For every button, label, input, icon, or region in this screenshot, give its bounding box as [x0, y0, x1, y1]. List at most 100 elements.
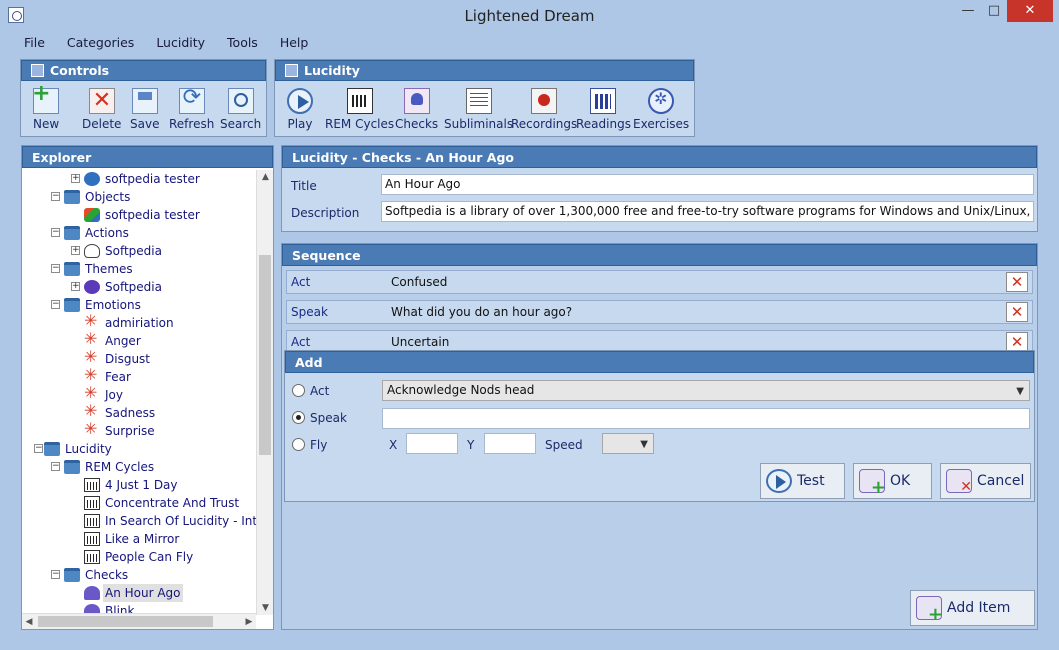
tree-item[interactable]: Anger [22, 330, 256, 350]
tree-item[interactable]: Like a Mirror [22, 530, 256, 548]
menu-file[interactable]: File [10, 33, 53, 53]
new-button[interactable]: New [32, 81, 59, 131]
play-button[interactable]: Play [287, 88, 313, 131]
collapse-icon[interactable]: − [51, 570, 60, 579]
delete-row-icon[interactable]: ✕ [1006, 302, 1028, 322]
menu-tools[interactable]: Tools [213, 33, 266, 53]
title-field[interactable]: An Hour Ago [381, 174, 1034, 195]
scroll-thumb-horizontal[interactable] [38, 616, 213, 627]
cancel-button[interactable]: Cancel [940, 463, 1031, 499]
tree-item[interactable]: − Checks [22, 566, 256, 584]
speak-radio[interactable] [292, 411, 305, 424]
tree-item[interactable]: − Objects [22, 188, 256, 206]
lucidity-icon [285, 64, 298, 77]
controls-header: Controls [21, 60, 266, 81]
refresh-button[interactable]: Refresh [169, 85, 214, 131]
explorer-horizontal-scrollbar[interactable]: ◀ ▶ [22, 613, 256, 629]
sequence-row[interactable]: Speak What did you do an hour ago? ✕ [286, 300, 1033, 324]
act-radio[interactable] [292, 384, 305, 397]
tree-item[interactable]: Concentrate And Trust [22, 494, 256, 512]
tree-item[interactable]: 4 Just 1 Day [22, 476, 256, 494]
action-icon [84, 244, 100, 258]
tree-item[interactable]: − Themes [22, 260, 256, 278]
explorer-vertical-scrollbar[interactable]: ▲ ▼ [256, 170, 273, 615]
tree-item[interactable]: People Can Fly [22, 548, 256, 566]
menu-lucidity[interactable]: Lucidity [142, 33, 213, 53]
add-header: Add [285, 351, 1034, 373]
tree-item[interactable]: Fear [22, 366, 256, 386]
lucidity-title: Lucidity [304, 63, 360, 78]
delete-button[interactable]: Delete [82, 88, 121, 131]
speak-input[interactable] [382, 408, 1030, 429]
description-field[interactable]: Softpedia is a library of over 1,300,000… [381, 201, 1034, 222]
tree-item[interactable]: − Actions [22, 224, 256, 242]
act-select[interactable]: Acknowledge Nods head ▼ [382, 380, 1030, 401]
tree-item[interactable]: − Emotions [22, 296, 256, 314]
tree-item-label: admiriation [105, 316, 174, 330]
tree-item[interactable]: admiriation [22, 312, 256, 332]
recordings-icon [531, 88, 558, 114]
readings-icon [590, 88, 617, 114]
tree-item[interactable]: + softpedia tester [22, 170, 256, 188]
readings-button[interactable]: Readings [576, 88, 631, 131]
collapse-icon[interactable]: − [51, 264, 60, 273]
checks-button[interactable]: Checks [395, 88, 438, 131]
scroll-right-arrow-icon[interactable]: ▶ [242, 614, 256, 630]
tree-item[interactable]: An Hour Ago [22, 584, 256, 602]
save-button[interactable]: Save [130, 88, 159, 131]
cancel-label: Cancel [977, 473, 1025, 489]
expand-icon[interactable]: + [71, 246, 80, 255]
exercises-button[interactable]: Exercises [633, 88, 689, 131]
maximize-button[interactable]: □ [981, 0, 1007, 22]
tree-item-label: Themes [85, 262, 133, 276]
tree-item[interactable]: Surprise [22, 420, 256, 440]
fly-radio[interactable] [292, 438, 305, 451]
menu-help[interactable]: Help [266, 33, 317, 53]
tree-item[interactable]: − Lucidity [22, 440, 256, 458]
search-button[interactable]: Search [220, 88, 261, 131]
collapse-icon[interactable]: − [51, 192, 60, 201]
ok-button[interactable]: OK [853, 463, 932, 499]
minimize-button[interactable]: — [955, 0, 981, 22]
explorer-header: Explorer [22, 146, 273, 168]
tree-item[interactable]: softpedia tester [22, 206, 256, 224]
scroll-thumb[interactable] [259, 255, 271, 455]
play-icon [766, 469, 792, 493]
scroll-down-arrow-icon[interactable]: ▼ [257, 601, 274, 615]
explorer-tree[interactable]: + softpedia tester − Objects softpedia teste… [22, 170, 256, 615]
expand-icon[interactable]: + [71, 282, 80, 291]
lucidity-header: Lucidity [275, 60, 694, 81]
delete-row-icon[interactable]: ✕ [1006, 272, 1028, 292]
tree-item[interactable]: Disgust [22, 348, 256, 368]
tree-item-label: An Hour Ago [103, 584, 183, 602]
collapse-icon[interactable]: − [51, 462, 60, 471]
collapse-icon[interactable]: − [34, 444, 43, 453]
y-input[interactable] [484, 433, 536, 454]
tree-item[interactable]: + Softpedia [22, 278, 256, 296]
close-button[interactable]: ✕ [1007, 0, 1053, 22]
recordings-button[interactable]: Recordings [511, 88, 577, 131]
tree-item[interactable]: − REM Cycles [22, 458, 256, 476]
speed-select[interactable]: ▼ [602, 433, 654, 454]
scroll-up-arrow-icon[interactable]: ▲ [257, 170, 274, 184]
chevron-down-icon: ▼ [640, 439, 648, 450]
tree-item[interactable]: + Softpedia [22, 242, 256, 260]
menu-categories[interactable]: Categories [53, 33, 142, 53]
delete-row-icon[interactable]: ✕ [1006, 332, 1028, 352]
expand-icon[interactable]: + [71, 174, 80, 183]
x-input[interactable] [406, 433, 458, 454]
tree-item[interactable]: In Search Of Lucidity - Intr [22, 512, 256, 530]
tree-item[interactable]: Sadness [22, 402, 256, 422]
test-button[interactable]: Test [760, 463, 845, 499]
sequence-row[interactable]: Act Confused ✕ [286, 270, 1033, 294]
collapse-icon[interactable]: − [51, 228, 60, 237]
collapse-icon[interactable]: − [51, 300, 60, 309]
add-item-button[interactable]: Add Item [910, 590, 1035, 626]
sequence-header: Sequence [282, 244, 1037, 266]
subliminals-button[interactable]: Subliminals [444, 88, 513, 131]
sequence-kind: Act [291, 275, 311, 289]
tree-item-label: Disgust [105, 352, 151, 366]
rem-cycles-button[interactable]: REM Cycles [325, 88, 394, 131]
tree-item[interactable]: Joy [22, 384, 256, 404]
scroll-left-arrow-icon[interactable]: ◀ [22, 614, 36, 630]
